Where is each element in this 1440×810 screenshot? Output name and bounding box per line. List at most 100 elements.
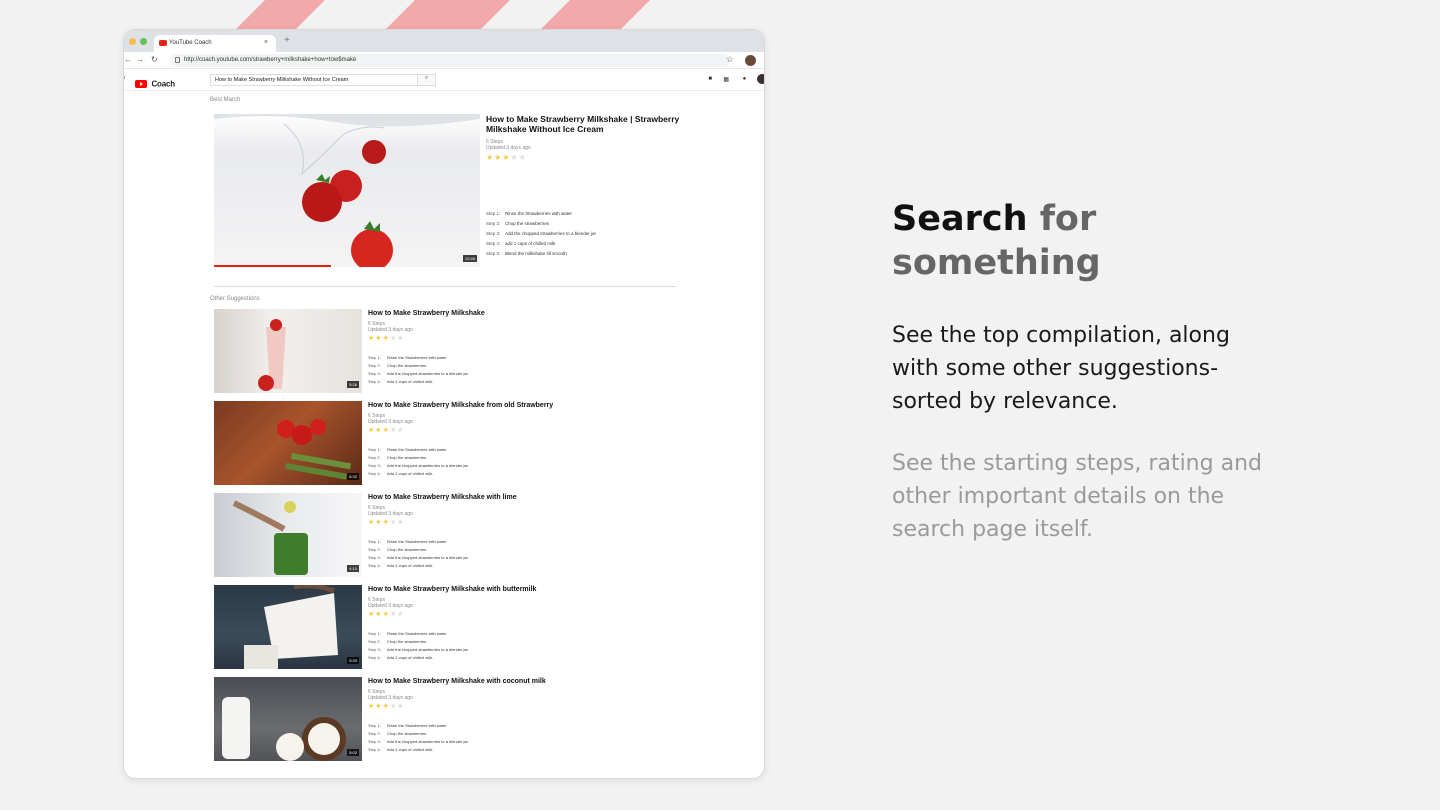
suggestion-steps: Step 1: Rinse the Strawberries with water…: [368, 723, 468, 755]
best-match-card[interactable]: 12:46 How to Make Strawberry Milkshake |…: [214, 114, 681, 268]
divider: [214, 286, 676, 287]
suggestion-thumbnail[interactable]: 4:10: [214, 493, 362, 577]
star-icon: ★: [397, 519, 405, 526]
suggestion-card[interactable]: 5:02 How to Make Strawberry Milkshake wi…: [214, 677, 674, 762]
step-text: Add 2 cups of chilled milk.: [387, 563, 434, 568]
star-icon: ★: [375, 427, 383, 434]
blender-jar-image: [232, 500, 308, 575]
step-number: Step 2:: [368, 731, 381, 736]
panel-headline: Search for something: [892, 197, 1272, 285]
new-tab-button[interactable]: +: [284, 35, 290, 46]
step-text: Rinse the Strawberries with water: [505, 211, 573, 216]
reload-icon[interactable]: ↻: [151, 55, 158, 64]
suggestion-title[interactable]: How to Make Strawberry Milkshake with co…: [368, 677, 668, 686]
tab-title: YouTube Coach: [169, 40, 212, 46]
star-icon: ★: [375, 519, 383, 526]
suggestion-thumbnail[interactable]: 6:32: [214, 401, 362, 485]
decor-stripe: [385, 0, 550, 30]
star-icon: ★: [382, 611, 390, 618]
search-input[interactable]: How to Make Strawberry Milkshake Without…: [210, 74, 436, 86]
step-text: Add 2 cups of chilled milk.: [387, 747, 434, 752]
create-video-icon[interactable]: ■: [708, 76, 712, 82]
youtube-play-icon: [135, 79, 147, 88]
browser-profile-icon[interactable]: [745, 55, 756, 66]
video-duration: 6:32: [347, 473, 359, 480]
step-row: Step 3: Add the chopped strawberries to a…: [368, 371, 468, 379]
rating-stars: ★★★★★: [368, 702, 668, 710]
star-icon: ★: [397, 427, 405, 434]
step-row: Step 2: Chop the strawberries.: [368, 547, 468, 555]
best-match-thumbnail[interactable]: 12:46: [214, 114, 480, 267]
video-duration: 4:10: [347, 565, 359, 572]
minimize-button[interactable]: [129, 38, 136, 45]
star-icon: ★: [375, 703, 383, 710]
best-match-title[interactable]: How to Make Strawberry Milkshake | Straw…: [486, 114, 681, 134]
tab-bar: YouTube Coach × +: [124, 30, 764, 52]
step-row: Step 1: Rinse the Strawberries with water: [368, 355, 468, 363]
step-row: Step 1: Rinse the Strawberries with water: [368, 447, 468, 455]
menu-icon[interactable]: ≡: [124, 75, 125, 82]
star-icon: ★: [375, 335, 383, 342]
bookmark-star-icon[interactable]: ☆: [726, 54, 734, 65]
suggestion-thumbnail[interactable]: 5:20: [214, 585, 362, 669]
best-match-steps: Step 1: Rinse the Strawberries with water…: [486, 211, 596, 261]
step-row: Step 2: Chop the strawberries.: [368, 731, 468, 739]
step-text: Add the chopped strawberries to a blende…: [387, 463, 468, 468]
suggestion-steps: Step 1: Rinse the Strawberries with water…: [368, 539, 468, 571]
step-text: Add 2 cups of chilled milk.: [387, 379, 434, 384]
suggestion-title[interactable]: How to Make Strawberry Milkshake: [368, 309, 668, 318]
decor-stripe: [235, 0, 365, 30]
video-duration: 5:20: [347, 657, 359, 664]
close-tab-icon[interactable]: ×: [264, 39, 268, 46]
suggestion-card[interactable]: 6:32 How to Make Strawberry Milkshake fr…: [214, 401, 674, 486]
suggestion-title[interactable]: How to Make Strawberry Milkshake from ol…: [368, 401, 668, 410]
url-field[interactable]: http://coach.youtube.com/strawberry+milk…: [170, 54, 730, 67]
step-number: Step 4:: [368, 471, 381, 476]
video-duration: 5:02: [347, 749, 359, 756]
strawberry-splash-image: [214, 114, 480, 267]
maximize-button[interactable]: [140, 38, 147, 45]
suggestion-title[interactable]: How to Make Strawberry Milkshake with li…: [368, 493, 668, 502]
step-number: Step 3:: [368, 739, 381, 744]
step-text: Rinse the Strawberries with water: [387, 539, 447, 544]
browser-tab[interactable]: YouTube Coach ×: [154, 35, 276, 52]
suggestion-thumbnail[interactable]: 5:02: [214, 677, 362, 761]
best-match-label: Best March: [210, 97, 241, 103]
step-text: Chop the strawberries: [505, 221, 550, 226]
avatar[interactable]: [757, 74, 764, 84]
suggestion-info: How to Make Strawberry Milkshake with bu…: [368, 585, 668, 618]
step-row: Step 1: Rinse the Strawberries with water: [368, 631, 468, 639]
suggestion-thumbnail[interactable]: 5:26: [214, 309, 362, 393]
suggestion-title[interactable]: How to Make Strawberry Milkshake with bu…: [368, 585, 668, 594]
updated-time: Updated 3 days ago: [368, 327, 413, 333]
suggestion-steps: Step 1: Rinse the Strawberries with water…: [368, 447, 468, 479]
search-icon[interactable]: ⌕: [417, 75, 435, 85]
step-text: Rinse the Strawberries with water: [387, 447, 447, 452]
step-row: Step 2: Chop the strawberries.: [368, 639, 468, 647]
step-text: Chop the strawberries.: [387, 731, 428, 736]
apps-grid-icon[interactable]: ▦: [723, 76, 729, 83]
star-icon: ★: [510, 153, 519, 162]
step-number: Step 2:: [486, 221, 501, 226]
star-icon: ★: [397, 703, 405, 710]
step-number: Step 1:: [486, 211, 501, 216]
step-number: Step 3:: [368, 647, 381, 652]
suggestion-steps: Step 1: Rinse the Strawberries with water…: [368, 631, 468, 663]
step-row: Step 3: Add the chopped strawberries to a…: [368, 647, 468, 655]
step-number: Step 2:: [368, 547, 381, 552]
description-panel: Search for something See the top compila…: [892, 197, 1272, 546]
suggestion-card[interactable]: 5:26 How to Make Strawberry Milkshake 6 …: [214, 309, 674, 394]
back-icon[interactable]: ←: [124, 55, 132, 64]
other-suggestions-label: Other Suggestions: [210, 296, 260, 302]
updated-time: Updated 3 days ago: [368, 419, 413, 425]
notifications-bell-icon[interactable]: ♠: [743, 76, 746, 82]
step-row: Step 3: Add the chopped strawberries to a…: [486, 231, 596, 241]
forward-icon[interactable]: →: [136, 55, 144, 64]
suggestion-card[interactable]: 4:10 How to Make Strawberry Milkshake wi…: [214, 493, 674, 578]
step-number: Step 2:: [368, 455, 381, 460]
step-text: Add the chopped strawberries to a blende…: [387, 555, 468, 560]
step-row: Step 2: Chop the strawberries.: [368, 363, 468, 371]
search-results: Best March 12:46 How to Make Strawberry …: [124, 91, 764, 778]
step-row: Step 3: Add the chopped strawberries to a…: [368, 555, 468, 563]
suggestion-card[interactable]: 5:20 How to Make Strawberry Milkshake wi…: [214, 585, 674, 670]
